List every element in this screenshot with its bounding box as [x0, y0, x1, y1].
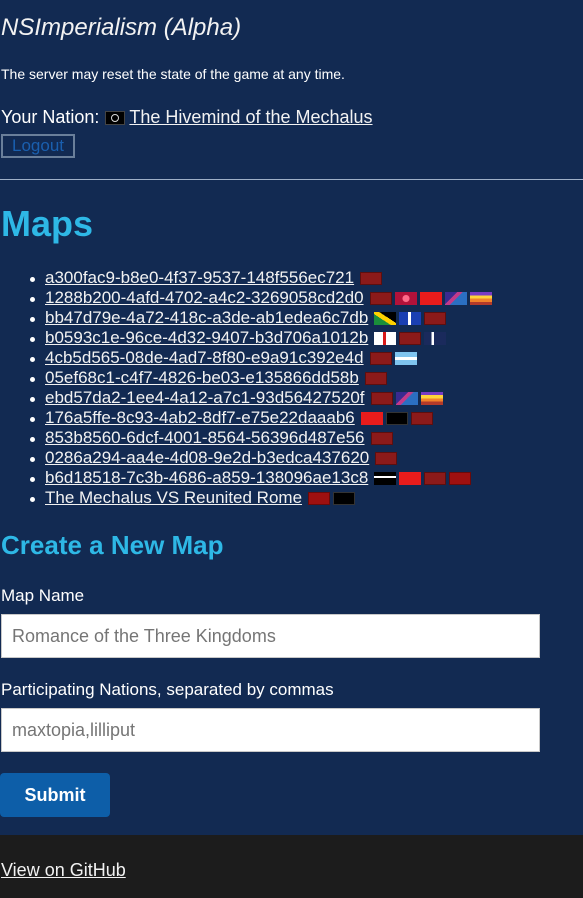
orange-stripes-flag-icon	[420, 391, 443, 405]
red-emblem-flag-icon	[375, 451, 398, 465]
black-white-stripes-flag-icon	[374, 471, 397, 485]
red-emblem-flag-icon	[424, 471, 447, 485]
map-name-label: Map Name	[1, 586, 85, 605]
black-ring-flag-icon	[333, 491, 356, 505]
red-star-flag-icon	[399, 471, 422, 485]
reset-warning: The server may reset the state of the ga…	[1, 66, 345, 82]
map-link[interactable]: b0593c1e-96ce-4d32-9407-b3d706a1012b	[45, 328, 368, 348]
crimson-seal-flag-icon	[394, 291, 417, 305]
submit-button[interactable]: Submit	[0, 773, 110, 817]
red-emblem-flag-icon	[424, 311, 447, 325]
purple-blue-flag-icon	[444, 291, 467, 305]
map-link[interactable]: a300fac9-b8e0-4f37-9537-148f556ec721	[45, 268, 354, 288]
map-link[interactable]: ebd57da2-1ee4-4a12-a7c1-93d56427520f	[45, 388, 365, 408]
participant-flags	[372, 451, 398, 465]
map-link[interactable]: bb47d79e-4a72-418c-a3de-ab1edea6c7db	[45, 308, 368, 328]
map-list-item: 853b8560-6dcf-4001-8564-56396d487e56	[30, 428, 492, 448]
divider	[0, 179, 583, 180]
red-star-flag-icon	[419, 291, 442, 305]
purple-blue-flag-icon	[395, 391, 418, 405]
dark-red-emblem-flag-icon	[308, 491, 331, 505]
map-list-item: 05ef68c1-c4f7-4826-be03-e135866dd58b	[30, 368, 492, 388]
footer: View on GitHub	[0, 835, 583, 898]
red-emblem-flag-icon	[410, 411, 433, 425]
nation-label: Your Nation:	[1, 107, 100, 127]
participant-flags	[305, 491, 356, 505]
map-list-item: 176a5ffe-8c93-4ab2-8df7-e75e22daaab6	[30, 408, 492, 428]
participant-flags	[368, 391, 443, 405]
map-list-item: 4cb5d565-08de-4ad7-8f80-e9a91c392e4d	[30, 348, 492, 368]
blue-white-cross-flag-icon	[399, 311, 422, 325]
your-nation-line: Your Nation: The Hivemind of the Mechalu…	[1, 107, 373, 128]
map-list-item: The Mechalus VS Reunited Rome	[30, 488, 492, 508]
participant-flags	[367, 351, 417, 365]
map-link[interactable]: 1288b200-4afd-4702-a4c2-3269058cd2d0	[45, 288, 364, 308]
nation-flag-icon	[105, 110, 126, 125]
map-list-item: bb47d79e-4a72-418c-a3de-ab1edea6c7db	[30, 308, 492, 328]
participant-flags	[371, 311, 447, 325]
orange-stripes-flag-icon	[469, 291, 492, 305]
logout-button[interactable]: Logout	[1, 134, 75, 158]
map-name-input[interactable]	[1, 614, 540, 658]
red-emblem-flag-icon	[370, 431, 393, 445]
red-white-cross-flag-icon	[374, 331, 397, 345]
green-gold-saltire-flag-icon	[374, 311, 397, 325]
create-map-heading: Create a New Map	[1, 530, 224, 560]
map-link[interactable]: 0286a294-aa4e-4d08-9e2d-b3edca437620	[45, 448, 369, 468]
map-link[interactable]: 176a5ffe-8c93-4ab2-8df7-e75e22daaab6	[45, 408, 355, 428]
light-blue-flag-icon	[394, 351, 417, 365]
map-list-item: b0593c1e-96ce-4d32-9407-b3d706a1012b	[30, 328, 492, 348]
red-emblem-flag-icon	[360, 271, 383, 285]
participant-flags	[371, 331, 447, 345]
maps-heading: Maps	[1, 203, 94, 244]
map-list-item: ebd57da2-1ee4-4a12-a7c1-93d56427520f	[30, 388, 492, 408]
map-list: a300fac9-b8e0-4f37-9537-148f556ec721 1288…	[30, 268, 492, 508]
red-emblem-flag-icon	[399, 331, 422, 345]
map-list-item: a300fac9-b8e0-4f37-9537-148f556ec721	[30, 268, 492, 288]
participant-flags	[371, 471, 472, 485]
nordic-blue-flag-icon	[424, 331, 447, 345]
red-emblem-flag-icon	[370, 391, 393, 405]
map-link[interactable]: The Mechalus VS Reunited Rome	[45, 488, 302, 508]
map-link[interactable]: 05ef68c1-c4f7-4826-be03-e135866dd58b	[45, 368, 359, 388]
participant-flags	[357, 271, 383, 285]
nations-input[interactable]	[1, 708, 540, 752]
black-ring-flag-icon	[385, 411, 408, 425]
map-list-item: b6d18518-7c3b-4686-a859-138096ae13c8	[30, 468, 492, 488]
nation-link[interactable]: The Hivemind of the Mechalus	[129, 107, 372, 128]
map-link[interactable]: b6d18518-7c3b-4686-a859-138096ae13c8	[45, 468, 368, 488]
red-emblem-flag-icon	[364, 371, 387, 385]
participant-flags	[362, 371, 387, 385]
red-emblem-flag-icon	[369, 291, 392, 305]
nations-label: Participating Nations, separated by comm…	[1, 680, 334, 699]
swiss-cross-flag-icon	[360, 411, 383, 425]
participant-flags	[358, 411, 433, 425]
site-title: NSImperialism (Alpha)	[1, 14, 242, 41]
participant-flags	[368, 431, 393, 445]
map-list-item: 1288b200-4afd-4702-a4c2-3269058cd2d0	[30, 288, 492, 308]
red-emblem-flag-icon	[369, 351, 392, 365]
github-link[interactable]: View on GitHub	[1, 860, 126, 881]
map-list-item: 0286a294-aa4e-4d08-9e2d-b3edca437620	[30, 448, 492, 468]
participant-flags	[367, 291, 492, 305]
dark-red-emblem-flag-icon	[449, 471, 472, 485]
map-link[interactable]: 4cb5d565-08de-4ad7-8f80-e9a91c392e4d	[45, 348, 364, 368]
map-link[interactable]: 853b8560-6dcf-4001-8564-56396d487e56	[45, 428, 365, 448]
